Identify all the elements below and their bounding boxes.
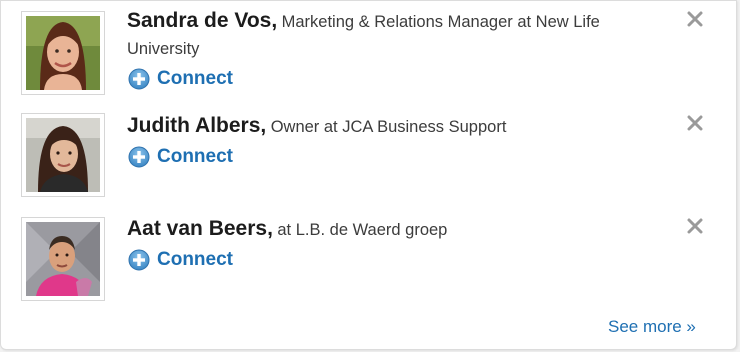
connect-button[interactable]: Connect (128, 248, 233, 272)
close-icon[interactable] (685, 113, 705, 133)
connect-label: Connect (157, 249, 233, 270)
avatar-frame[interactable] (21, 11, 105, 95)
person-title: Owner at JCA Business Support (270, 118, 507, 136)
people-you-may-know-panel: Sandra de Vos, Marketing & Relations Man… (0, 0, 737, 350)
see-more-link[interactable]: See more » (608, 317, 696, 337)
avatar-frame[interactable] (21, 113, 105, 197)
name-separator: , (271, 9, 278, 32)
name-separator: , (267, 217, 273, 240)
avatar[interactable] (26, 118, 100, 192)
person-name[interactable]: Judith Albers (127, 114, 260, 137)
person-headline: Judith Albers, Owner at JCA Business Sup… (127, 113, 667, 141)
name-separator: , (260, 114, 267, 137)
avatar-frame[interactable] (21, 217, 105, 301)
avatar[interactable] (26, 16, 100, 90)
plus-circle-icon (128, 68, 150, 90)
connect-label: Connect (157, 146, 233, 167)
person-name[interactable]: Sandra de Vos (127, 9, 271, 32)
close-icon[interactable] (685, 216, 705, 236)
connect-button[interactable]: Connect (128, 145, 233, 169)
plus-circle-icon (128, 146, 150, 168)
plus-circle-icon (128, 249, 150, 271)
avatar[interactable] (26, 222, 100, 296)
person-name[interactable]: Aat van Beers (127, 217, 267, 240)
close-icon[interactable] (685, 9, 705, 29)
connect-label: Connect (157, 68, 233, 89)
person-headline: Aat van Beers, at L.B. de Waerd groep (127, 216, 667, 244)
person-headline: Sandra de Vos, Marketing & Relations Man… (127, 8, 667, 63)
connect-button[interactable]: Connect (128, 67, 233, 91)
person-title: at L.B. de Waerd groep (277, 221, 448, 239)
